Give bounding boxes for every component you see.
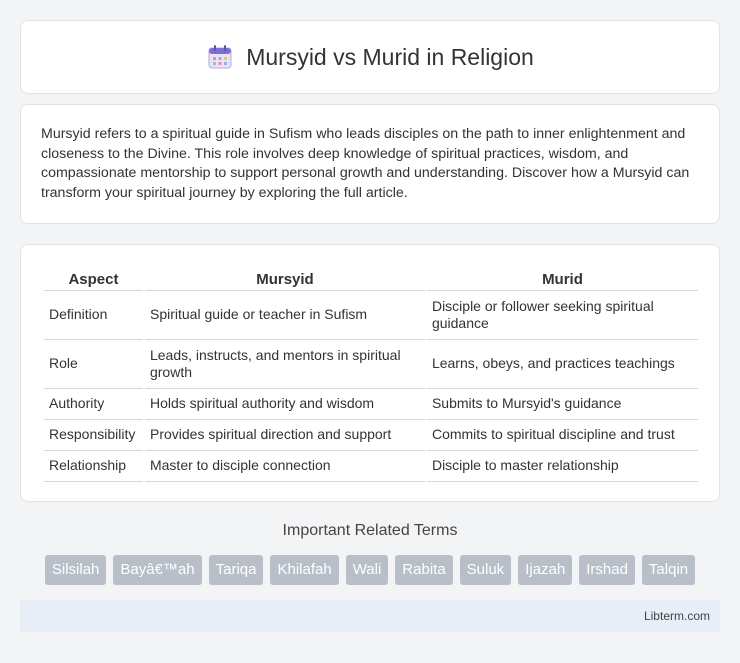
related-terms-title: Important Related Terms — [282, 522, 458, 539]
comparison-card: Aspect Mursyid Murid Definition Spiritua… — [20, 244, 720, 502]
row-aspect: Relationship — [44, 451, 143, 482]
related-tags: Silsilah Bayâ€™ah Tariqa Khilafah Wali R… — [0, 555, 740, 585]
row-aspect: Responsibility — [44, 420, 143, 451]
row-murid: Commits to spiritual discipline and trus… — [426, 420, 698, 451]
table-row: Responsibility Provides spiritual direct… — [44, 420, 698, 451]
row-mursyid: Holds spiritual authority and wisdom — [144, 389, 425, 420]
table-row: Role Leads, instructs, and mentors in sp… — [44, 340, 698, 389]
page-title: Mursyid vs Murid in Religion — [246, 43, 534, 70]
row-aspect: Authority — [44, 389, 143, 420]
intro-text: Mursyid refers to a spiritual guide in S… — [41, 126, 690, 201]
row-murid: Submits to Mursyid's guidance — [426, 389, 698, 420]
tag-tariqa[interactable]: Tariqa — [208, 555, 264, 585]
header-aspect: Aspect — [44, 265, 143, 291]
tag-wali[interactable]: Wali — [345, 555, 389, 585]
header-murid: Murid — [426, 265, 698, 291]
row-murid: Disciple to master relationship — [426, 451, 698, 482]
row-aspect: Role — [44, 340, 143, 389]
calendar-icon — [206, 43, 234, 71]
header-mursyid: Mursyid — [144, 265, 425, 291]
table-row: Definition Spiritual guide or teacher in… — [44, 291, 698, 340]
header-card: Mursyid vs Murid in Religion — [20, 20, 720, 94]
comparison-table: Aspect Mursyid Murid Definition Spiritua… — [42, 265, 700, 482]
row-mursyid: Master to disciple connection — [144, 451, 425, 482]
row-aspect: Definition — [44, 291, 143, 340]
tag-rabita[interactable]: Rabita — [395, 555, 453, 585]
tag-irshad[interactable]: Irshad — [579, 555, 635, 585]
table-row: Authority Holds spiritual authority and … — [44, 389, 698, 420]
tag-silsilah[interactable]: Silsilah — [44, 555, 107, 585]
row-murid: Disciple or follower seeking spiritual g… — [426, 291, 698, 340]
row-murid: Learns, obeys, and practices teachings — [426, 340, 698, 389]
row-mursyid: Leads, instructs, and mentors in spiritu… — [144, 340, 425, 389]
row-mursyid: Spiritual guide or teacher in Sufism — [144, 291, 425, 340]
intro-card: Mursyid refers to a spiritual guide in S… — [20, 104, 720, 224]
tag-bayah[interactable]: Bayâ€™ah — [113, 555, 202, 585]
footer: Libterm.com — [20, 600, 720, 632]
tag-suluk[interactable]: Suluk — [459, 555, 512, 585]
table-row: Relationship Master to disciple connecti… — [44, 451, 698, 482]
row-mursyid: Provides spiritual direction and support — [144, 420, 425, 451]
footer-site-link[interactable]: Libterm.com — [644, 609, 710, 623]
tag-talqin[interactable]: Talqin — [641, 555, 696, 585]
tag-ijazah[interactable]: Ijazah — [518, 555, 573, 585]
tag-khilafah[interactable]: Khilafah — [270, 555, 339, 585]
